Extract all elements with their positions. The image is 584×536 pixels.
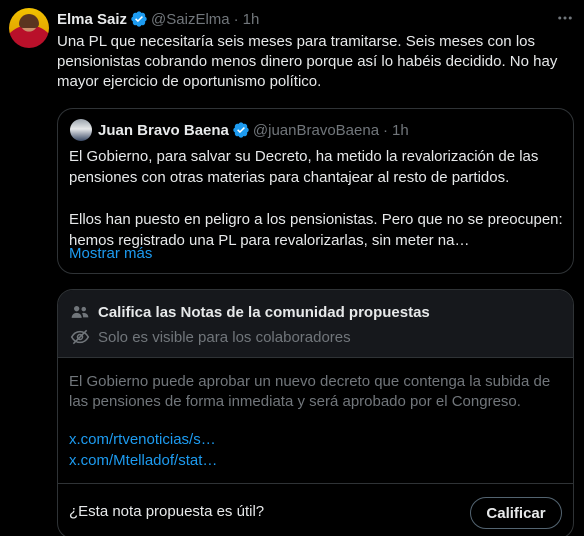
people-icon xyxy=(71,306,89,318)
quoted-author-handle: @juanBravoBaena xyxy=(252,121,380,139)
quoted-tweet-header: Juan Bravo Baena @juanBravoBaena · 1h xyxy=(98,120,409,140)
tweet-timestamp[interactable]: 1h xyxy=(243,11,260,28)
tweet-text: Una PL que necesitaría seis meses para t… xyxy=(57,33,558,90)
author-avatar[interactable] xyxy=(9,8,49,48)
eye-off-icon xyxy=(70,329,90,345)
verified-badge-icon xyxy=(131,11,147,27)
verified-badge-icon xyxy=(233,122,249,138)
quoted-paragraph-1: El Gobierno, para salvar su Decreto, ha … xyxy=(69,148,539,186)
note-source-link[interactable]: x.com/rtvenoticias/s… xyxy=(69,431,216,448)
quoted-author-name: Juan Bravo Baena xyxy=(98,121,229,139)
notes-visibility-row: Solo es visible para los colaboradores xyxy=(70,327,351,347)
more-dots-icon-glyph xyxy=(558,16,572,20)
quoted-tweet-timestamp: 1h xyxy=(392,121,409,139)
show-more-link[interactable]: Mostrar más xyxy=(69,245,152,262)
notes-visibility: Solo es visible para los colaboradores xyxy=(98,328,351,346)
community-notes-header: Califica las Notas de la comunidad propu… xyxy=(58,290,573,358)
separator-dot: · xyxy=(233,10,239,28)
note-text: El Gobierno puede aprobar un nuevo decre… xyxy=(69,373,551,410)
divider xyxy=(58,483,573,484)
community-notes-card: Califica las Notas de la comunidad propu… xyxy=(57,289,574,536)
tweet-header: Elma Saiz @SaizElma · 1h xyxy=(57,10,259,28)
note-source-link[interactable]: x.com/Mtelladof/stat… xyxy=(69,452,217,469)
quoted-author-avatar xyxy=(70,119,92,141)
note-helpful-question: ¿Esta nota propuesta es útil? xyxy=(69,503,265,520)
rate-button[interactable]: Calificar xyxy=(470,497,562,529)
separator-dot: · xyxy=(383,121,389,139)
author-handle[interactable]: @SaizElma xyxy=(151,11,230,28)
quoted-tweet-card[interactable]: Juan Bravo Baena @juanBravoBaena · 1h El… xyxy=(57,108,574,274)
notes-title: Califica las Notas de la comunidad propu… xyxy=(98,303,430,321)
quoted-tweet-text: El Gobierno, para salvar su Decreto, ha … xyxy=(69,146,564,251)
author-name[interactable]: Elma Saiz xyxy=(57,11,127,28)
more-dots-icon[interactable] xyxy=(553,6,577,30)
notes-title-row: Califica las Notas de la comunidad propu… xyxy=(70,302,430,322)
